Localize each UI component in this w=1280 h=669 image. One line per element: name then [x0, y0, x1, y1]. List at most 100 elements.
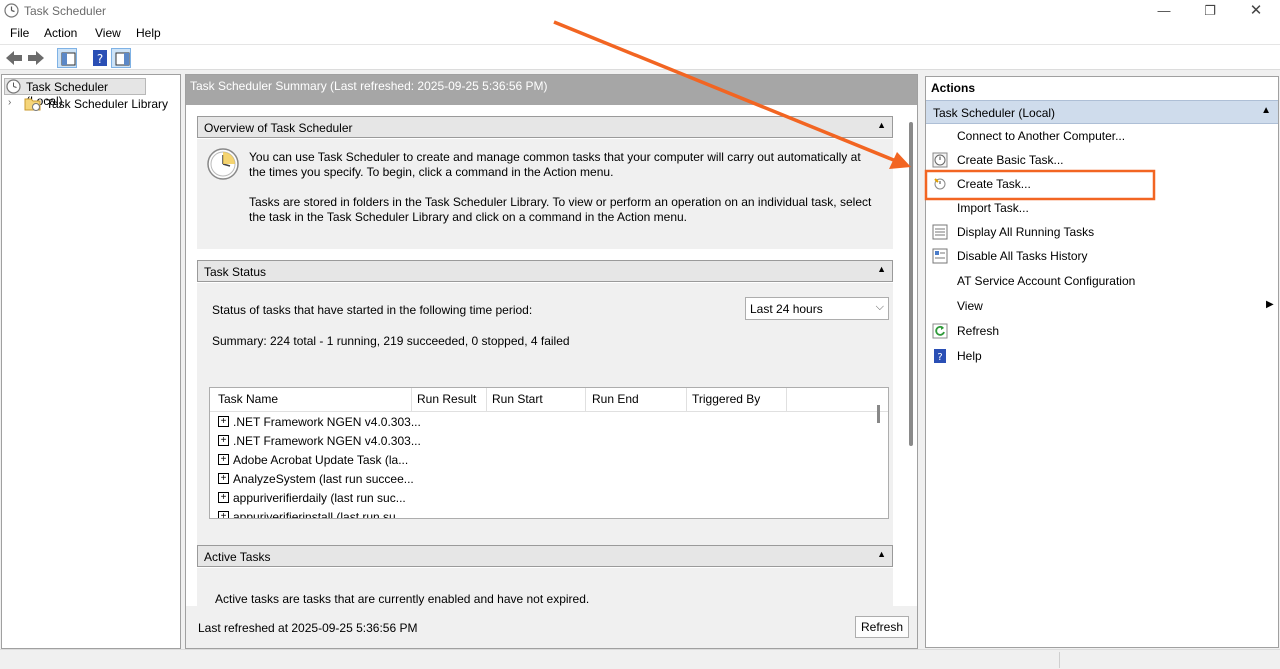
expand-icon[interactable]: + [218, 473, 229, 484]
action-label: View [957, 299, 983, 313]
action-label: Import Task... [957, 201, 1029, 215]
section-title: Task Status [204, 265, 267, 279]
column-separator [486, 388, 487, 412]
action-at-service-account[interactable]: AT Service Account Configuration [932, 271, 1272, 293]
back-arrow-icon[interactable] [4, 48, 24, 68]
table-row[interactable]: + AnalyzeSystem (last run succee... [210, 471, 870, 490]
action-label: AT Service Account Configuration [957, 274, 1136, 288]
overview-section-header[interactable]: Overview of Task Scheduler ▲ [197, 116, 893, 138]
task-name: appuriverifierinstall (last run su... [233, 510, 406, 519]
column-task-name[interactable]: Task Name [218, 392, 278, 406]
list-icon [932, 224, 948, 240]
action-help[interactable]: ? Help [932, 346, 1272, 368]
action-view[interactable]: View ▶ [932, 296, 1274, 318]
svg-text:?: ? [937, 352, 942, 363]
table-row[interactable]: + appuriverifierdaily (last run suc... [210, 490, 870, 509]
summary-scrollbar-thumb[interactable] [909, 122, 913, 446]
expand-icon[interactable]: + [218, 435, 229, 446]
action-import-task[interactable]: Import Task... [932, 198, 1272, 220]
action-display-running-tasks[interactable]: Display All Running Tasks [932, 222, 1272, 244]
action-refresh[interactable]: Refresh [932, 321, 1272, 343]
menu-file[interactable]: File [10, 26, 29, 40]
period-dropdown[interactable]: Last 24 hours ⌵ [745, 297, 889, 320]
show-hide-action-pane-icon[interactable] [111, 48, 131, 68]
menu-bar: File Action View Help [0, 22, 1280, 44]
show-hide-tree-icon[interactable] [57, 48, 77, 68]
task-status-grid: Task Name Run Result Run Start Run End T… [209, 387, 889, 519]
period-value: Last 24 hours [750, 302, 823, 316]
menu-help[interactable]: Help [136, 26, 161, 40]
refresh-button[interactable]: Refresh [855, 616, 909, 638]
task-name: AnalyzeSystem (last run succee... [233, 472, 414, 486]
table-row[interactable]: + appuriverifierinstall (last run su... [210, 509, 870, 519]
help-icon[interactable]: ? [90, 48, 110, 68]
period-label: Status of tasks that have started in the… [212, 303, 533, 317]
status-summary: Summary: 224 total - 1 running, 219 succ… [212, 334, 570, 348]
column-run-start[interactable]: Run Start [492, 392, 543, 406]
table-row[interactable]: + .NET Framework NGEN v4.0.303... [210, 433, 870, 452]
title-bar: Task Scheduler — ❐ ✕ [0, 0, 1280, 22]
expand-icon[interactable]: + [218, 454, 229, 465]
refresh-icon [932, 323, 948, 339]
actions-pane: Actions Task Scheduler (Local) ▲ Connect… [925, 76, 1279, 648]
expand-icon[interactable]: + [218, 492, 229, 503]
overview-section-body: You can use Task Scheduler to create and… [197, 139, 893, 249]
chevron-down-icon: ⌵ [875, 301, 884, 313]
status-divider [1059, 652, 1060, 668]
expand-icon[interactable]: + [218, 511, 229, 518]
history-icon [932, 248, 948, 264]
overview-paragraph-2: Tasks are stored in folders in the Task … [249, 195, 872, 224]
task-name: .NET Framework NGEN v4.0.303... [233, 415, 421, 429]
clock-icon [932, 152, 948, 168]
action-connect[interactable]: Connect to Another Computer... [932, 126, 1272, 148]
column-separator [786, 388, 787, 412]
menu-view[interactable]: View [95, 26, 121, 40]
action-label: Help [957, 349, 982, 363]
task-status-section-header[interactable]: Task Status ▲ [197, 260, 893, 282]
column-run-end[interactable]: Run End [592, 392, 639, 406]
table-row[interactable]: + Adobe Acrobat Update Task (la... [210, 452, 870, 471]
section-title: Active Tasks [204, 550, 271, 564]
window-title: Task Scheduler [24, 4, 107, 18]
action-label: Connect to Another Computer... [957, 129, 1126, 143]
action-label: Disable All Tasks History [957, 249, 1088, 263]
grid-scrollbar-thumb[interactable] [877, 405, 880, 423]
action-label: Create Task... [957, 177, 1031, 191]
help-icon: ? [934, 349, 946, 363]
clock-icon [6, 79, 21, 94]
column-run-result[interactable]: Run Result [417, 392, 476, 406]
collapse-icon[interactable]: ▲ [877, 549, 886, 559]
active-tasks-text: Active tasks are tasks that are currentl… [215, 592, 590, 606]
collapse-icon[interactable]: ▲ [877, 120, 886, 130]
expand-icon[interactable]: + [218, 416, 229, 427]
collapse-icon[interactable]: ▲ [877, 264, 886, 274]
chevron-right-icon[interactable]: › [8, 97, 11, 108]
clock-icon [207, 148, 239, 180]
action-label: Display All Running Tasks [957, 225, 1095, 239]
actions-title: Actions [931, 81, 976, 95]
toolbar: ? [0, 44, 1280, 70]
action-create-basic-task[interactable]: Create Basic Task... [932, 150, 1272, 172]
actions-group-header[interactable]: Task Scheduler (Local) ▲ [926, 100, 1278, 124]
collapse-icon[interactable]: ▲ [1261, 105, 1271, 116]
action-disable-history[interactable]: Disable All Tasks History [932, 246, 1272, 268]
tree-item-library[interactable]: Task Scheduler Library [46, 97, 168, 111]
menu-action[interactable]: Action [44, 26, 77, 40]
action-create-task[interactable]: Create Task... [932, 174, 1272, 196]
restore-button[interactable]: ❐ [1187, 0, 1233, 22]
close-button[interactable]: ✕ [1233, 0, 1279, 22]
submenu-arrow-icon: ▶ [1266, 299, 1274, 310]
summary-pane: Task Scheduler Summary (Last refreshed: … [185, 74, 918, 649]
table-row[interactable]: + .NET Framework NGEN v4.0.303... [210, 414, 870, 433]
overview-paragraph-1: You can use Task Scheduler to create and… [249, 150, 861, 179]
last-refreshed-text: Last refreshed at 2025-09-25 5:36:56 PM [198, 621, 418, 635]
minimize-button[interactable]: — [1141, 0, 1187, 22]
active-tasks-section-header[interactable]: Active Tasks ▲ [197, 545, 893, 567]
clock-star-icon [934, 178, 946, 190]
action-label: Create Basic Task... [957, 153, 1064, 167]
section-title: Overview of Task Scheduler [204, 121, 353, 135]
navigation-tree: Task Scheduler (Local) › Task Scheduler … [1, 74, 181, 649]
column-triggered-by[interactable]: Triggered By [692, 392, 760, 406]
forward-arrow-icon[interactable] [26, 48, 46, 68]
tree-item-root[interactable]: Task Scheduler (Local) [4, 78, 146, 108]
